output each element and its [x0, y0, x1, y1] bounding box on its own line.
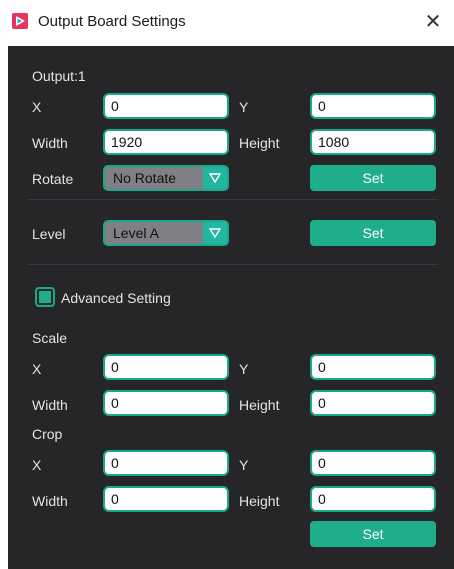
output-y-label: Y: [239, 99, 249, 115]
scale-x-label: X: [32, 361, 42, 377]
output-heading: Output:1: [32, 68, 86, 84]
output-x-input[interactable]: [103, 93, 229, 119]
scale-y-label: Y: [239, 361, 249, 377]
output-height-input[interactable]: [310, 129, 436, 155]
crop-width-input[interactable]: [103, 486, 229, 512]
close-button[interactable]: ✕: [418, 8, 448, 36]
crop-x-input[interactable]: [103, 450, 229, 476]
output-y-input[interactable]: [310, 93, 436, 119]
triangle-down-icon[interactable]: [203, 222, 227, 244]
triangle-down-icon[interactable]: [203, 167, 227, 189]
close-icon: ✕: [424, 11, 442, 33]
output-width-input[interactable]: [103, 129, 229, 155]
crop-height-input[interactable]: [310, 486, 436, 512]
crop-x-label: X: [32, 457, 42, 473]
output-board-settings-dialog: Output Board Settings ✕ Output:1 X Y Wid…: [0, 0, 454, 569]
rotate-label: Rotate: [32, 171, 74, 187]
level-selected-value: Level A: [113, 225, 159, 241]
divider: [28, 199, 438, 200]
crop-width-label: Width: [32, 493, 68, 509]
scale-height-input[interactable]: [310, 390, 436, 416]
level-label: Level: [32, 226, 66, 242]
scale-width-input[interactable]: [103, 390, 229, 416]
scale-x-input[interactable]: [103, 354, 229, 380]
level-dropdown[interactable]: Level A: [103, 220, 229, 246]
crop-set-button[interactable]: Set: [310, 521, 436, 547]
advanced-setting-checkbox[interactable]: [35, 287, 55, 307]
scale-height-label: Height: [239, 397, 280, 413]
divider: [28, 264, 438, 265]
scale-y-input[interactable]: [310, 354, 436, 380]
rotate-dropdown[interactable]: No Rotate: [103, 165, 229, 191]
scale-heading: Scale: [32, 330, 68, 346]
crop-height-label: Height: [239, 493, 280, 509]
crop-y-input[interactable]: [310, 450, 436, 476]
level-set-button[interactable]: Set: [310, 220, 436, 246]
crop-heading: Crop: [32, 426, 63, 442]
output-width-label: Width: [32, 135, 68, 151]
scale-width-label: Width: [32, 397, 68, 413]
title-bar: Output Board Settings ✕: [0, 0, 454, 46]
output-x-label: X: [32, 99, 42, 115]
dialog-title: Output Board Settings: [38, 13, 186, 30]
app-logo-icon: [12, 13, 28, 29]
advanced-setting-label: Advanced Setting: [61, 290, 171, 306]
output-height-label: Height: [239, 135, 280, 151]
settings-panel: Output:1 X Y Width Height Rotate No Rota…: [8, 46, 454, 569]
output-set-button[interactable]: Set: [310, 165, 436, 191]
rotate-selected-value: No Rotate: [113, 170, 177, 186]
crop-y-label: Y: [239, 457, 249, 473]
